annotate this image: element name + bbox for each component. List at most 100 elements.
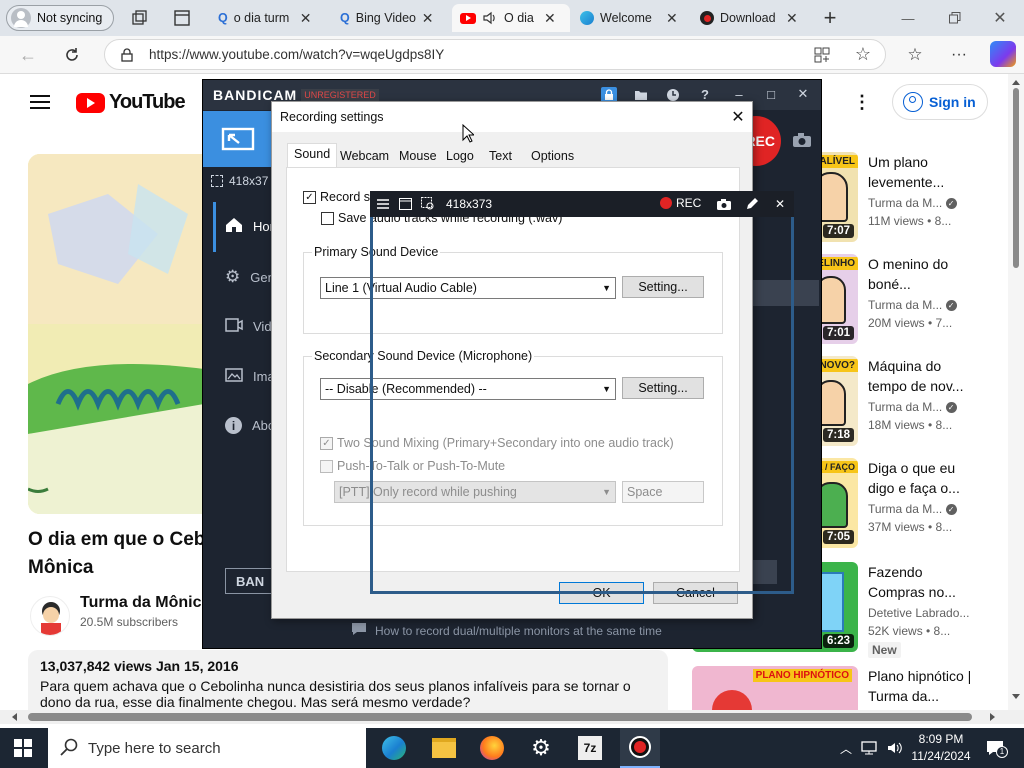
lock-icon[interactable] xyxy=(119,46,135,64)
file-explorer-icon[interactable] xyxy=(432,738,456,758)
bandicam-bottom-button[interactable]: BAN xyxy=(225,568,273,594)
url-field[interactable]: https://www.youtube.com/watch?v=wqeUgdps… xyxy=(104,39,886,70)
favorite-star-icon[interactable]: ☆ xyxy=(853,44,873,64)
thumbnail-badge: ALÍVEL xyxy=(816,155,858,168)
tab-webcam[interactable]: Webcam xyxy=(334,146,395,168)
volume-icon[interactable] xyxy=(886,740,904,756)
area-select-icon[interactable] xyxy=(421,196,435,212)
description-line1: Para quem achava que o Cebolinha nunca d… xyxy=(40,678,631,694)
channel-avatar[interactable] xyxy=(30,596,70,636)
network-icon[interactable] xyxy=(860,740,878,756)
camera-icon[interactable] xyxy=(716,196,732,212)
tab-logo[interactable]: Logo xyxy=(440,146,480,168)
scroll-down-arrow-icon[interactable] xyxy=(1012,694,1020,699)
dialog-close-icon[interactable]: ✕ xyxy=(728,107,748,127)
app-available-icon[interactable] xyxy=(813,46,831,64)
firefox-icon[interactable] xyxy=(480,736,504,760)
window-mode-icon[interactable] xyxy=(398,196,412,212)
tab-label: o dia turm xyxy=(233,11,290,25)
settings-gear-icon[interactable]: ⚙ xyxy=(528,734,554,762)
taskbar-search-box[interactable]: Type here to search xyxy=(48,728,366,768)
sidebar-item-home[interactable]: Hor xyxy=(225,217,274,236)
tab-welcome[interactable]: Welcome ✕ xyxy=(572,4,690,32)
video-player[interactable] xyxy=(28,154,204,514)
close-icon[interactable]: ✕ xyxy=(786,10,798,27)
tab-search-turma[interactable]: Q o dia turm ✕ xyxy=(210,4,328,32)
overlay-rec-button[interactable]: REC xyxy=(660,196,701,210)
tab-sound[interactable]: Sound xyxy=(287,143,338,168)
scroll-right-arrow-icon[interactable] xyxy=(990,713,995,721)
speaker-icon[interactable] xyxy=(482,11,498,25)
7zip-icon[interactable]: 7z xyxy=(578,736,602,760)
video-title-line2: Mônica xyxy=(28,557,94,578)
scroll-up-arrow-icon[interactable] xyxy=(1012,80,1020,85)
windows-start-icon[interactable] xyxy=(12,738,34,758)
close-icon[interactable]: ✕ xyxy=(544,10,556,27)
bandicam-restore-icon[interactable]: □ xyxy=(763,86,779,102)
address-bar-row: ← https://www.youtube.com/watch?v=wqeUgd… xyxy=(0,36,1024,74)
edge-taskbar-icon[interactable] xyxy=(382,736,406,760)
profile-button[interactable]: Not syncing xyxy=(6,5,114,31)
recommendation-item[interactable]: PLANO HIPNÓTICO Plano hipnótico | Turma … xyxy=(692,666,1018,710)
tab-options[interactable]: Options xyxy=(525,146,580,168)
menu-lines-icon[interactable] xyxy=(376,196,390,212)
tab-actions-icon[interactable] xyxy=(172,8,192,28)
more-menu-icon[interactable]: ··· xyxy=(948,44,970,66)
new-tab-plus-icon[interactable]: + xyxy=(818,5,842,30)
mode-select-rectangle-button[interactable] xyxy=(203,111,273,167)
minimize-icon[interactable]: — xyxy=(898,8,918,28)
recommendation-views: 52K views • 8... xyxy=(868,624,951,638)
sidebar-item-general[interactable]: ⚙ Gen xyxy=(225,267,275,287)
pencil-icon[interactable] xyxy=(744,196,760,212)
scroll-thumb[interactable] xyxy=(1013,88,1019,268)
recording-area-frame[interactable] xyxy=(370,217,794,594)
record-sound-checkbox[interactable]: ✓ Record so xyxy=(303,190,377,204)
scroll-left-arrow-icon[interactable] xyxy=(12,713,17,721)
vertical-scrollbar[interactable] xyxy=(1008,74,1024,710)
recommendation-channel: Turma da M... ✓ xyxy=(868,196,957,210)
screenshot-camera-icon[interactable] xyxy=(791,130,813,150)
tab-text[interactable]: Text xyxy=(483,146,518,168)
youtube-logo[interactable]: YouTube xyxy=(76,91,186,114)
bandicam-close-icon[interactable]: ✕ xyxy=(795,86,811,102)
bandicam-minimize-icon[interactable]: – xyxy=(731,86,747,102)
menu-hamburger-icon[interactable] xyxy=(28,92,52,112)
help-icon[interactable]: ? xyxy=(697,86,713,102)
recording-area-toolbar: 418x373 REC ✕ xyxy=(370,191,794,217)
footer-tip[interactable]: How to record dual/multiple monitors at … xyxy=(351,622,662,639)
horizontal-scrollbar[interactable] xyxy=(0,710,1024,724)
sign-in-button[interactable]: Sign in xyxy=(892,84,988,120)
tab-download[interactable]: Download ✕ xyxy=(692,4,810,32)
overlay-close-icon[interactable]: ✕ xyxy=(772,196,788,212)
back-arrow-icon[interactable]: ← xyxy=(16,44,40,66)
youtube-logo-icon xyxy=(76,92,105,113)
tab-mouse[interactable]: Mouse xyxy=(393,146,443,168)
channel-name[interactable]: Turma da Mônica xyxy=(80,594,210,612)
restore-icon[interactable] xyxy=(945,8,965,28)
description-line2: dono da rua, esse dia finalmente chegou.… xyxy=(40,694,471,710)
more-vert-icon[interactable]: ⋮ xyxy=(852,92,872,112)
copilot-icon[interactable] xyxy=(990,41,1016,67)
close-icon[interactable]: ✕ xyxy=(666,10,678,27)
clock[interactable]: 8:09 PM 11/24/2024 xyxy=(906,731,976,765)
avatar xyxy=(11,8,31,28)
sidebar-item-about[interactable]: i Abo xyxy=(225,417,275,434)
video-thumbnail: PLANO HIPNÓTICO xyxy=(692,666,858,710)
favorites-icon[interactable]: ☆ xyxy=(904,44,926,66)
new-badge: New xyxy=(868,642,901,658)
window-close-icon[interactable]: ✕ xyxy=(990,8,1010,28)
workspaces-icon[interactable] xyxy=(130,8,150,28)
description-box[interactable]: 13,037,842 views Jan 15, 2016 Para quem … xyxy=(28,650,668,710)
sidebar-item-image[interactable]: Ima xyxy=(225,367,275,386)
tab-bing-video[interactable]: Q Bing Video ✕ xyxy=(332,4,450,32)
scroll-thumb[interactable] xyxy=(28,713,972,721)
tab-youtube-active[interactable]: O dia ✕ xyxy=(452,4,570,32)
close-icon[interactable]: ✕ xyxy=(422,10,434,27)
bandicam-taskbar-button[interactable] xyxy=(620,728,660,768)
recommendation-title: Máquina do tempo de nov... xyxy=(868,358,964,394)
show-hidden-icons-chevron-icon[interactable]: ︿ xyxy=(838,740,854,756)
close-icon[interactable]: ✕ xyxy=(300,10,312,27)
video-settings-icon xyxy=(225,317,243,336)
unregistered-badge: UNREGISTERED xyxy=(301,89,379,101)
refresh-icon[interactable] xyxy=(60,44,84,66)
